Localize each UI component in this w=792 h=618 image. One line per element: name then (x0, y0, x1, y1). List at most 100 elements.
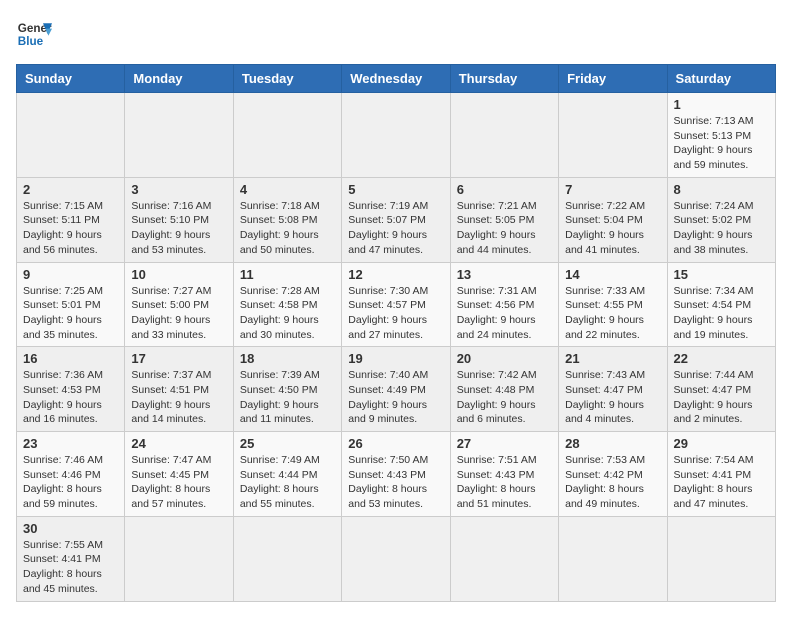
calendar-cell: 13 Sunrise: 7:31 AM Sunset: 4:56 PM Dayli… (450, 262, 558, 347)
day-number: 9 (23, 267, 118, 282)
day-info: Sunrise: 7:21 AM Sunset: 5:05 PM Dayligh… (457, 199, 552, 258)
day-number: 3 (131, 182, 226, 197)
calendar-cell: 15 Sunrise: 7:34 AM Sunset: 4:54 PM Dayli… (667, 262, 775, 347)
day-info: Sunrise: 7:30 AM Sunset: 4:57 PM Dayligh… (348, 284, 443, 343)
day-number: 10 (131, 267, 226, 282)
day-info: Sunrise: 7:25 AM Sunset: 5:01 PM Dayligh… (23, 284, 118, 343)
day-info: Sunrise: 7:31 AM Sunset: 4:56 PM Dayligh… (457, 284, 552, 343)
day-info: Sunrise: 7:42 AM Sunset: 4:48 PM Dayligh… (457, 368, 552, 427)
day-number: 20 (457, 351, 552, 366)
calendar-week-row: 2 Sunrise: 7:15 AM Sunset: 5:11 PM Daylig… (17, 177, 776, 262)
day-number: 25 (240, 436, 335, 451)
calendar-cell (125, 516, 233, 601)
day-number: 21 (565, 351, 660, 366)
day-info: Sunrise: 7:53 AM Sunset: 4:42 PM Dayligh… (565, 453, 660, 512)
day-number: 1 (674, 97, 769, 112)
calendar-cell (559, 93, 667, 178)
day-number: 30 (23, 521, 118, 536)
day-info: Sunrise: 7:51 AM Sunset: 4:43 PM Dayligh… (457, 453, 552, 512)
calendar-cell (233, 516, 341, 601)
day-number: 22 (674, 351, 769, 366)
calendar-cell (17, 93, 125, 178)
calendar-table: SundayMondayTuesdayWednesdayThursdayFrid… (16, 64, 776, 602)
calendar-cell: 29 Sunrise: 7:54 AM Sunset: 4:41 PM Dayli… (667, 432, 775, 517)
calendar-week-row: 23Sunrise: 7:46 AM Sunset: 4:46 PM Dayli… (17, 432, 776, 517)
calendar-cell: 16Sunrise: 7:36 AM Sunset: 4:53 PM Dayli… (17, 347, 125, 432)
calendar-cell (125, 93, 233, 178)
day-number: 2 (23, 182, 118, 197)
calendar-cell (342, 516, 450, 601)
calendar-cell (233, 93, 341, 178)
calendar-cell: 10 Sunrise: 7:27 AM Sunset: 5:00 PM Dayli… (125, 262, 233, 347)
day-info: Sunrise: 7:43 AM Sunset: 4:47 PM Dayligh… (565, 368, 660, 427)
calendar-week-row: 1 Sunrise: 7:13 AM Sunset: 5:13 PM Daylig… (17, 93, 776, 178)
day-number: 23 (23, 436, 118, 451)
day-info: Sunrise: 7:39 AM Sunset: 4:50 PM Dayligh… (240, 368, 335, 427)
calendar-cell: 22Sunrise: 7:44 AM Sunset: 4:47 PM Dayli… (667, 347, 775, 432)
calendar-cell: 28 Sunrise: 7:53 AM Sunset: 4:42 PM Dayli… (559, 432, 667, 517)
day-number: 6 (457, 182, 552, 197)
weekday-header-row: SundayMondayTuesdayWednesdayThursdayFrid… (17, 65, 776, 93)
day-number: 14 (565, 267, 660, 282)
day-number: 19 (348, 351, 443, 366)
day-number: 24 (131, 436, 226, 451)
calendar-cell: 12Sunrise: 7:30 AM Sunset: 4:57 PM Dayli… (342, 262, 450, 347)
day-number: 17 (131, 351, 226, 366)
day-info: Sunrise: 7:16 AM Sunset: 5:10 PM Dayligh… (131, 199, 226, 258)
calendar-cell: 4Sunrise: 7:18 AM Sunset: 5:08 PM Daylig… (233, 177, 341, 262)
day-info: Sunrise: 7:22 AM Sunset: 5:04 PM Dayligh… (565, 199, 660, 258)
calendar-cell: 2 Sunrise: 7:15 AM Sunset: 5:11 PM Daylig… (17, 177, 125, 262)
day-number: 15 (674, 267, 769, 282)
day-info: Sunrise: 7:34 AM Sunset: 4:54 PM Dayligh… (674, 284, 769, 343)
calendar-cell: 8 Sunrise: 7:24 AM Sunset: 5:02 PM Daylig… (667, 177, 775, 262)
day-info: Sunrise: 7:37 AM Sunset: 4:51 PM Dayligh… (131, 368, 226, 427)
weekday-header-saturday: Saturday (667, 65, 775, 93)
day-info: Sunrise: 7:55 AM Sunset: 4:41 PM Dayligh… (23, 538, 118, 597)
day-info: Sunrise: 7:13 AM Sunset: 5:13 PM Dayligh… (674, 114, 769, 173)
logo: General Blue (16, 16, 52, 52)
calendar-cell: 14 Sunrise: 7:33 AM Sunset: 4:55 PM Dayli… (559, 262, 667, 347)
day-number: 27 (457, 436, 552, 451)
calendar-cell (559, 516, 667, 601)
day-info: Sunrise: 7:28 AM Sunset: 4:58 PM Dayligh… (240, 284, 335, 343)
calendar-cell: 24 Sunrise: 7:47 AM Sunset: 4:45 PM Dayli… (125, 432, 233, 517)
day-info: Sunrise: 7:27 AM Sunset: 5:00 PM Dayligh… (131, 284, 226, 343)
general-blue-logo-icon: General Blue (16, 16, 52, 52)
day-number: 7 (565, 182, 660, 197)
day-info: Sunrise: 7:24 AM Sunset: 5:02 PM Dayligh… (674, 199, 769, 258)
calendar-cell: 21 Sunrise: 7:43 AM Sunset: 4:47 PM Dayli… (559, 347, 667, 432)
calendar-week-row: 30 Sunrise: 7:55 AM Sunset: 4:41 PM Dayli… (17, 516, 776, 601)
day-info: Sunrise: 7:15 AM Sunset: 5:11 PM Dayligh… (23, 199, 118, 258)
calendar-cell (667, 516, 775, 601)
calendar-cell: 25Sunrise: 7:49 AM Sunset: 4:44 PM Dayli… (233, 432, 341, 517)
calendar-week-row: 16Sunrise: 7:36 AM Sunset: 4:53 PM Dayli… (17, 347, 776, 432)
calendar-cell: 17 Sunrise: 7:37 AM Sunset: 4:51 PM Dayli… (125, 347, 233, 432)
day-info: Sunrise: 7:33 AM Sunset: 4:55 PM Dayligh… (565, 284, 660, 343)
weekday-header-sunday: Sunday (17, 65, 125, 93)
day-info: Sunrise: 7:54 AM Sunset: 4:41 PM Dayligh… (674, 453, 769, 512)
calendar-cell: 20 Sunrise: 7:42 AM Sunset: 4:48 PM Dayli… (450, 347, 558, 432)
calendar-header: General Blue (16, 16, 776, 52)
day-number: 5 (348, 182, 443, 197)
calendar-cell: 11Sunrise: 7:28 AM Sunset: 4:58 PM Dayli… (233, 262, 341, 347)
day-number: 29 (674, 436, 769, 451)
calendar-cell: 26Sunrise: 7:50 AM Sunset: 4:43 PM Dayli… (342, 432, 450, 517)
calendar-cell (342, 93, 450, 178)
calendar-cell: 19Sunrise: 7:40 AM Sunset: 4:49 PM Dayli… (342, 347, 450, 432)
day-info: Sunrise: 7:47 AM Sunset: 4:45 PM Dayligh… (131, 453, 226, 512)
svg-text:Blue: Blue (18, 35, 44, 48)
calendar-cell: 3 Sunrise: 7:16 AM Sunset: 5:10 PM Daylig… (125, 177, 233, 262)
day-number: 8 (674, 182, 769, 197)
day-number: 18 (240, 351, 335, 366)
calendar-cell: 9 Sunrise: 7:25 AM Sunset: 5:01 PM Daylig… (17, 262, 125, 347)
calendar-cell: 18 Sunrise: 7:39 AM Sunset: 4:50 PM Dayli… (233, 347, 341, 432)
weekday-header-thursday: Thursday (450, 65, 558, 93)
calendar-cell: 30 Sunrise: 7:55 AM Sunset: 4:41 PM Dayli… (17, 516, 125, 601)
calendar-week-row: 9 Sunrise: 7:25 AM Sunset: 5:01 PM Daylig… (17, 262, 776, 347)
calendar-cell: 1 Sunrise: 7:13 AM Sunset: 5:13 PM Daylig… (667, 93, 775, 178)
calendar-cell (450, 516, 558, 601)
day-info: Sunrise: 7:36 AM Sunset: 4:53 PM Dayligh… (23, 368, 118, 427)
calendar-cell: 5Sunrise: 7:19 AM Sunset: 5:07 PM Daylig… (342, 177, 450, 262)
day-number: 13 (457, 267, 552, 282)
day-number: 28 (565, 436, 660, 451)
